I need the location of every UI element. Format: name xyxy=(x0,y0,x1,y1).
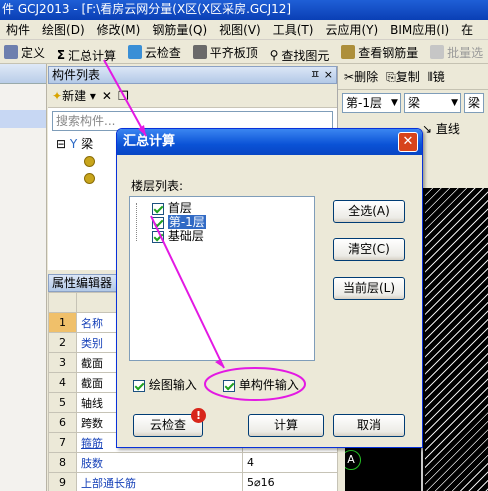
menu-draw[interactable]: 绘图(D) xyxy=(36,20,91,39)
clear-button[interactable]: 清空(C) xyxy=(333,238,405,261)
current-floor-button[interactable]: 当前层(L) xyxy=(333,277,405,300)
component-list-header: 构件列表ㅍ × xyxy=(48,66,337,84)
summary-dialog: 汇总计算 ✕ 楼层列表: 首层 第-1层 基础层 全选(A) 清空(C) 当前层(… xyxy=(116,128,423,448)
component-toolbar: ✦新建 ▾ ✕ ❐ xyxy=(48,84,337,108)
main-toolbar: 定义 Σ 汇总计算 云检查 平齐板顶 ⚲ 查找图元 查看钢筋量 批量选 xyxy=(0,40,488,64)
select-all-button[interactable]: 全选(A) xyxy=(333,200,405,223)
filter-icon: Y xyxy=(69,137,78,151)
navigation-selected-item[interactable] xyxy=(0,110,46,128)
navigation-strip-header xyxy=(0,64,46,84)
floor-checkbox[interactable] xyxy=(152,216,164,229)
batch-select-button[interactable]: 批量选 xyxy=(426,40,487,63)
draw-input-checkbox[interactable] xyxy=(133,379,145,392)
gear-icon xyxy=(84,173,95,184)
define-button[interactable]: 定义 xyxy=(0,40,49,63)
new-component-button[interactable]: ✦新建 ▾ xyxy=(52,87,96,104)
define-icon xyxy=(4,45,18,59)
menu-rebar[interactable]: 钢筋量(Q) xyxy=(146,20,213,39)
pin-icon[interactable]: ㅍ × xyxy=(310,67,333,83)
level-slab-icon xyxy=(192,45,207,59)
delete-icon[interactable]: ✕ xyxy=(102,89,112,103)
sigma-icon: Σ xyxy=(56,48,66,62)
edit-toolbar: ✂删除 ⎘复制 ⫴镜 xyxy=(338,64,488,90)
single-input-checkbox[interactable] xyxy=(223,379,235,392)
floor-checkbox[interactable] xyxy=(152,202,164,215)
tree-connector xyxy=(136,203,137,241)
collapse-icon[interactable]: ⊟ xyxy=(56,137,66,151)
binoculars-icon: ⚲ xyxy=(269,48,279,62)
chevron-down-icon: ▼ xyxy=(391,98,398,108)
floor-select[interactable]: 第-1层 ▼ xyxy=(342,93,401,113)
axis-marker: A xyxy=(345,450,361,470)
mirror-button[interactable]: ⫴镜 xyxy=(428,68,445,85)
floor-list: 首层 第-1层 基础层 xyxy=(129,196,315,361)
cloud-check-icon xyxy=(127,45,142,59)
view-rebar-button[interactable]: 查看钢筋量 xyxy=(337,40,422,63)
cloud-check-button[interactable]: 云检查 xyxy=(124,40,185,63)
alert-icon: ! xyxy=(191,408,206,423)
type-select-2[interactable]: 梁 xyxy=(464,93,484,113)
line-icon: ↘ xyxy=(422,122,433,136)
view-rebar-icon xyxy=(341,45,356,59)
batch-select-icon xyxy=(430,45,445,59)
table-row[interactable]: 8 肢数 4 xyxy=(48,452,338,473)
draw-input-option[interactable]: 绘图输入 xyxy=(133,376,197,393)
delete-button[interactable]: ✂删除 xyxy=(344,68,378,85)
menu-bim[interactable]: BIM应用(I) xyxy=(384,20,455,39)
level-slab-button[interactable]: 平齐板顶 xyxy=(189,40,262,63)
menu-tools[interactable]: 工具(T) xyxy=(267,20,320,39)
find-element-button[interactable]: ⚲ 查找图元 xyxy=(266,43,334,63)
hatched-wall xyxy=(425,188,488,491)
floor-item-first[interactable]: 首层 xyxy=(152,201,192,215)
chevron-down-icon: ▼ xyxy=(451,98,458,108)
table-row[interactable]: 9 上部通长筋 5⌀16 xyxy=(48,472,338,491)
type-select[interactable]: 梁 ▼ xyxy=(403,93,461,113)
floor-selectors: 第-1层 ▼ 梁 ▼ 梁 xyxy=(338,90,488,116)
close-icon[interactable]: ✕ xyxy=(398,132,418,152)
window-title: 件 GCJ2013 - [F:\看房云网分量(X区(X区采房.GCJ12] xyxy=(0,0,488,20)
copy-icon: ⎘ xyxy=(386,70,396,84)
floor-list-label: 楼层列表: xyxy=(131,179,184,193)
menu-more[interactable]: 在 xyxy=(455,20,479,39)
star-icon: ✦ xyxy=(52,89,63,103)
delete-icon: ✂ xyxy=(344,70,355,84)
menu-modify[interactable]: 修改(M) xyxy=(91,20,147,39)
menu-cloud[interactable]: 云应用(Y) xyxy=(319,20,384,39)
summary-button[interactable]: Σ 汇总计算 xyxy=(53,43,120,63)
dialog-title-bar: 汇总计算 ✕ xyxy=(117,129,422,155)
gear-icon xyxy=(84,156,95,167)
floor-item-basement[interactable]: 第-1层 xyxy=(152,215,206,229)
cancel-button[interactable]: 取消 xyxy=(333,414,405,437)
menu-component[interactable]: 构件 xyxy=(0,20,36,39)
menu-view[interactable]: 视图(V) xyxy=(213,20,267,39)
copy-button[interactable]: ⎘复制 xyxy=(386,68,420,85)
calculate-button[interactable]: 计算 xyxy=(248,414,324,437)
single-input-option[interactable]: 单构件输入 xyxy=(223,376,299,393)
copy-icon[interactable]: ❐ xyxy=(118,89,129,103)
floor-item-foundation[interactable]: 基础层 xyxy=(152,229,204,243)
navigation-strip xyxy=(0,64,47,491)
floor-checkbox[interactable] xyxy=(152,230,164,243)
menu-bar: 构件 绘图(D) 修改(M) 钢筋量(Q) 视图(V) 工具(T) 云应用(Y) BIM应用(… xyxy=(0,20,488,40)
